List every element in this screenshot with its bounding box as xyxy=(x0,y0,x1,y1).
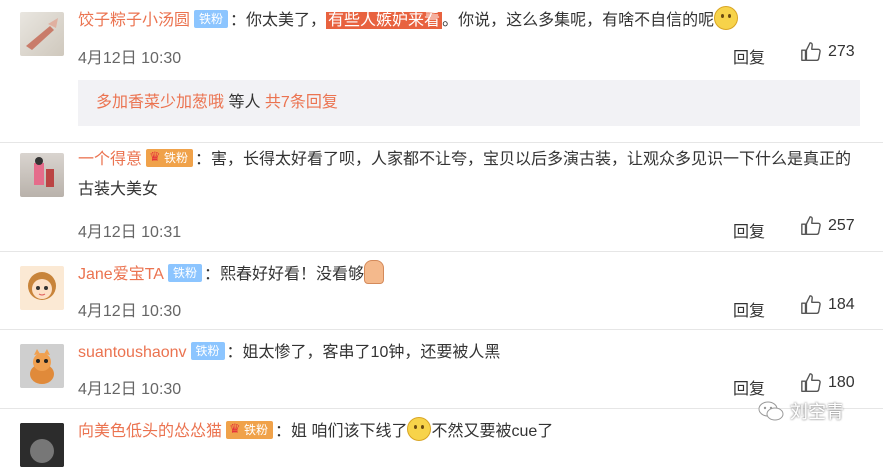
reply-button[interactable]: 回复 xyxy=(733,218,765,242)
username[interactable]: 向美色低头的怂怂猫 xyxy=(78,423,222,440)
comment-text: suantoushaonv 铁粉 ：姐太惨了，客串了10钟，还要被人黑 xyxy=(78,342,501,361)
avatar[interactable] xyxy=(20,12,64,56)
thumbs-up-icon xyxy=(801,216,821,235)
avatar[interactable] xyxy=(20,153,64,197)
comment-text: 饺子粽子小汤圆 铁粉 ：你太美了， 有些人嫉妒来看 。你说，这么多集呢，有啥不自信的呢 xyxy=(78,6,859,36)
sub-replies-box[interactable]: 多加香菜少加葱哦 等人 共7条回复 xyxy=(78,80,860,126)
like-button[interactable]: 180 xyxy=(800,372,855,394)
fan-badge[interactable]: 铁粉 xyxy=(167,264,202,282)
comment-text: 一个得意铁粉：害，长得太好看了呗，人家都不让夸，宝贝以后多演古装，让观众多见识一… xyxy=(78,145,859,205)
divider xyxy=(0,408,883,409)
worried-emoji-icon xyxy=(407,417,432,441)
timestamp: 4月12日 10:30 xyxy=(78,50,182,67)
comment-text: 向美色低头的怂怂猫铁粉：姐 咱们该下线了不然又要被cue了 xyxy=(78,417,859,447)
avatar[interactable] xyxy=(20,423,64,467)
like-count: 273 xyxy=(828,43,855,60)
fan-badge[interactable]: 铁粉 xyxy=(190,342,225,360)
fan-badge[interactable]: 铁粉 xyxy=(146,148,194,167)
divider xyxy=(0,329,883,330)
username[interactable]: suantoushaonv xyxy=(78,344,187,361)
like-count: 257 xyxy=(828,217,855,234)
timestamp: 4月12日 10:30 xyxy=(78,303,182,320)
view-replies-link[interactable]: 共7条回复 xyxy=(265,94,338,111)
thumbs-up-icon xyxy=(801,373,821,392)
like-count: 184 xyxy=(828,296,855,313)
comment-text: Jane爱宝TA 铁粉 ：熙春好好看！没看够 xyxy=(78,260,859,290)
like-button[interactable]: 273 xyxy=(800,41,855,63)
wechat-icon xyxy=(758,401,784,421)
sub-reply-user[interactable]: 多加香菜少加葱哦 xyxy=(96,94,224,111)
reply-button[interactable]: 回复 xyxy=(733,297,765,321)
thinking-emoji-icon xyxy=(714,6,739,30)
timestamp: 4月12日 10:31 xyxy=(78,224,182,241)
like-button[interactable]: 257 xyxy=(800,215,855,237)
divider xyxy=(0,251,883,252)
thumbs-up-icon xyxy=(801,42,821,61)
like-count: 180 xyxy=(828,374,855,391)
username[interactable]: 一个得意 xyxy=(78,151,142,168)
divider xyxy=(0,142,883,143)
fan-badge[interactable]: 铁粉 xyxy=(194,10,229,28)
username[interactable]: Jane爱宝TA xyxy=(78,266,164,283)
like-button[interactable]: 184 xyxy=(800,294,855,316)
avatar[interactable] xyxy=(20,266,64,310)
highlighted-text: 有些人嫉妒来看 xyxy=(326,12,443,29)
timestamp: 4月12日 10:30 xyxy=(78,381,182,398)
reply-button[interactable]: 回复 xyxy=(733,375,765,399)
reply-button[interactable]: 回复 xyxy=(733,44,765,68)
watermark: 刘空青 xyxy=(758,398,844,424)
avatar[interactable] xyxy=(20,344,64,388)
fan-badge[interactable]: 铁粉 xyxy=(226,420,274,439)
username[interactable]: 饺子粽子小汤圆 xyxy=(78,12,190,29)
thumbs-up-icon xyxy=(801,295,821,314)
hand-emoji-icon xyxy=(364,260,384,284)
